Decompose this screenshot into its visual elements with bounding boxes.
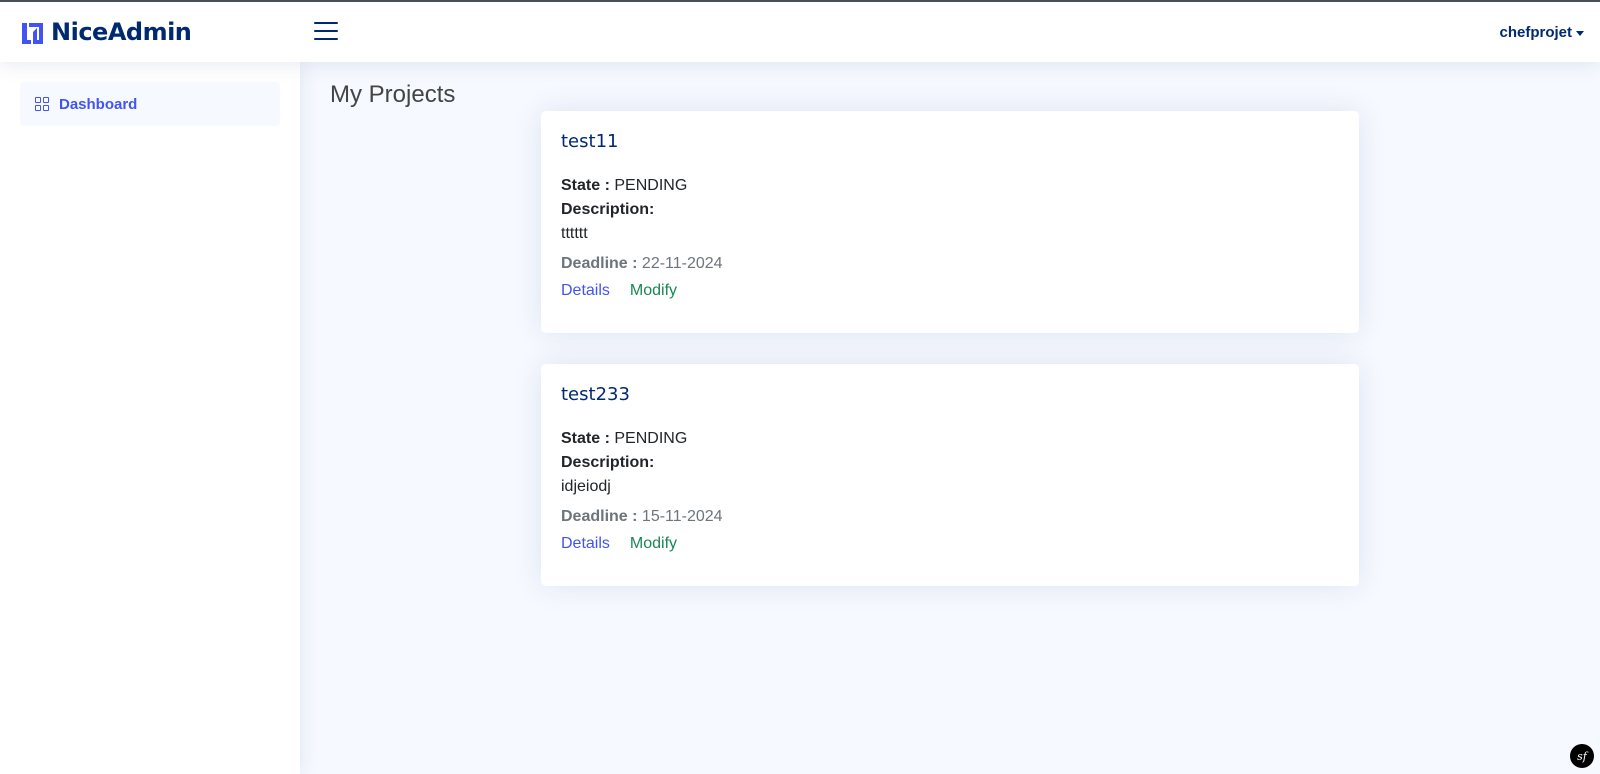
project-title: test233 — [561, 384, 630, 405]
logo-text: NiceAdmin — [51, 18, 192, 46]
menu-icon — [314, 22, 338, 24]
project-description: idjeiodj — [561, 478, 611, 495]
project-deadline-value: 22-11-2024 — [641, 255, 723, 272]
modify-link[interactable]: Modify — [630, 282, 677, 300]
project-description-label: Description: — [561, 201, 655, 218]
logo-icon — [22, 22, 43, 44]
project-state: State : PENDING — [561, 430, 688, 447]
project-actions: Details Modify — [561, 535, 1339, 553]
modify-link[interactable]: Modify — [630, 535, 677, 553]
header: NiceAdmin chefprojet — [0, 0, 1600, 62]
user-menu-dropdown[interactable]: chefprojet — [1499, 24, 1584, 41]
project-deadline: Deadline : 22-11-2024 — [561, 255, 723, 272]
symfony-toolbar-icon[interactable]: sf — [1570, 744, 1594, 768]
project-title: test11 — [561, 131, 619, 152]
sidebar-toggle-button[interactable] — [314, 22, 338, 42]
details-link[interactable]: Details — [561, 535, 610, 553]
project-deadline-value: 15-11-2024 — [641, 508, 723, 525]
sidebar-item-label: Dashboard — [59, 95, 138, 113]
grid-icon — [35, 97, 49, 111]
project-description-label: Description: — [561, 454, 655, 471]
project-actions: Details Modify — [561, 282, 1339, 300]
project-state-value: PENDING — [614, 177, 688, 194]
sidebar: Dashboard — [0, 62, 300, 774]
details-link[interactable]: Details — [561, 282, 610, 300]
main-content: My Projects test11 State : PENDING Descr… — [300, 62, 1600, 774]
project-card: test233 State : PENDING Description: idj… — [541, 364, 1359, 586]
project-description: tttttt — [561, 225, 588, 242]
sidebar-item-dashboard[interactable]: Dashboard — [20, 82, 280, 126]
project-deadline: Deadline : 15-11-2024 — [561, 508, 723, 525]
project-list: test11 State : PENDING Description: tttt… — [541, 111, 1359, 617]
project-card: test11 State : PENDING Description: tttt… — [541, 111, 1359, 333]
project-state-value: PENDING — [614, 430, 688, 447]
user-name: chefprojet — [1499, 24, 1572, 41]
caret-down-icon — [1576, 30, 1584, 36]
page-title: My Projects — [330, 81, 456, 108]
project-state: State : PENDING — [561, 177, 688, 194]
logo[interactable]: NiceAdmin — [20, 18, 192, 46]
